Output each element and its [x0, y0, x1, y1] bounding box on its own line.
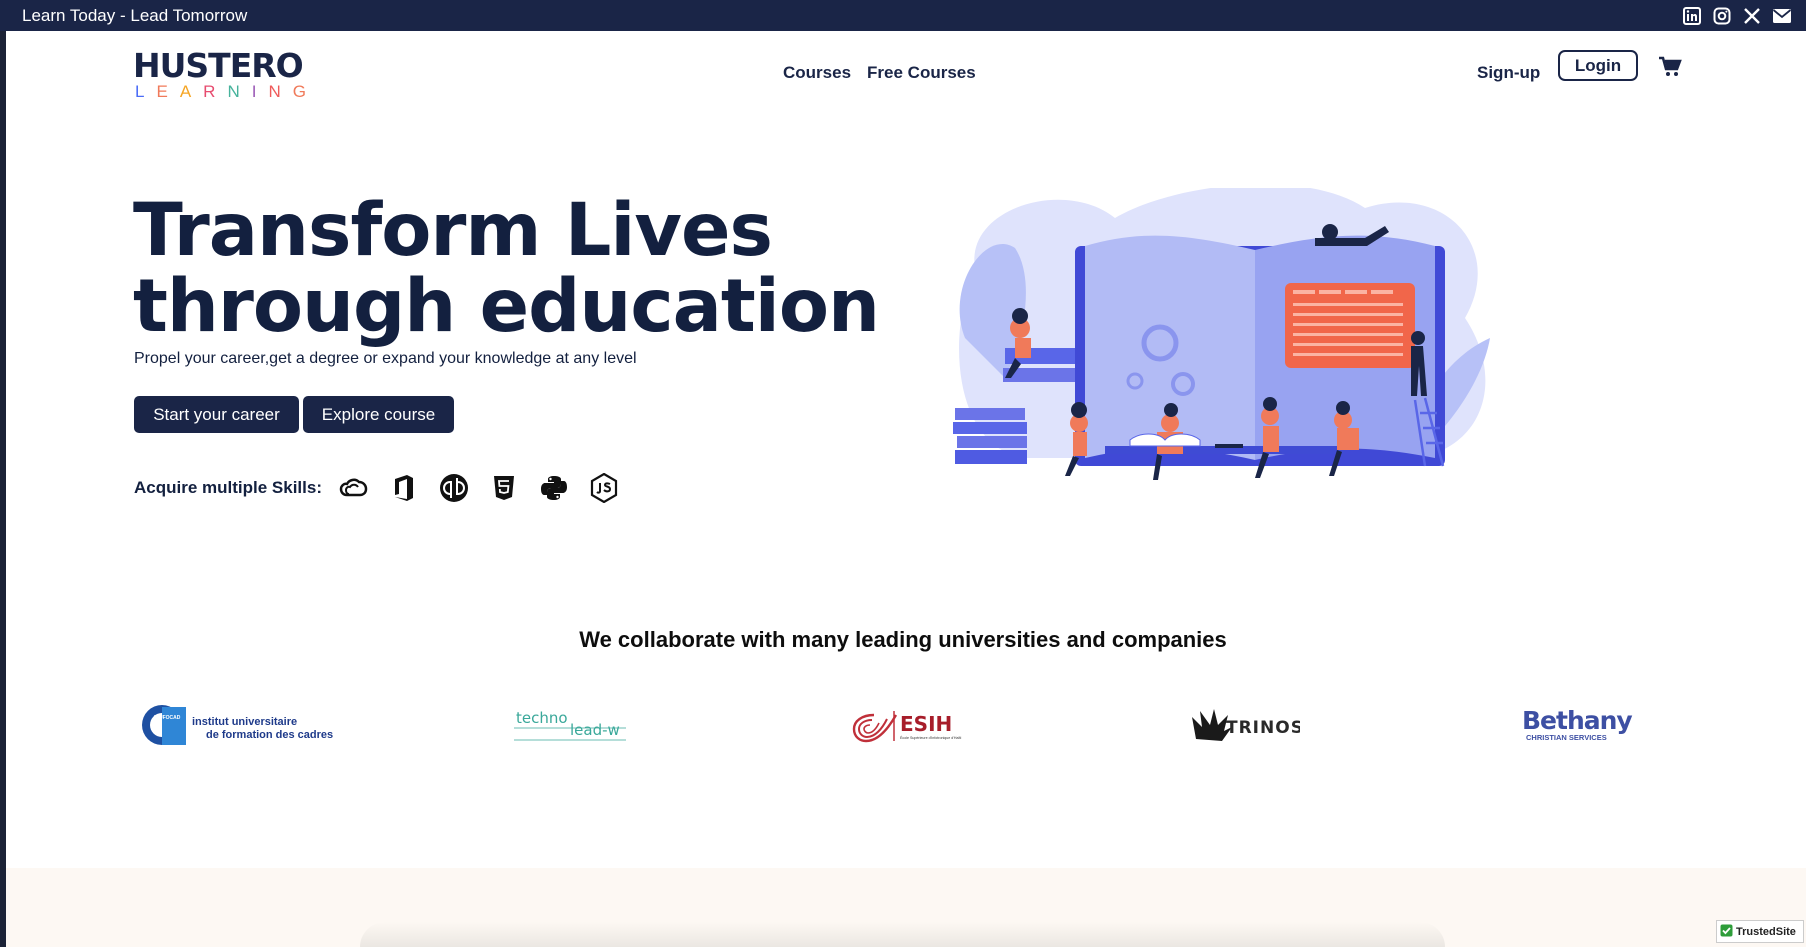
logo-letter: A — [179, 82, 192, 101]
hero-title: Transform Lives through education — [133, 193, 880, 345]
main-nav: Courses Free Courses — [783, 63, 976, 83]
partner-logo-trinos: TRINOS — [1188, 690, 1300, 760]
logo-letter: N — [227, 82, 240, 101]
signup-link[interactable]: Sign-up — [1477, 63, 1540, 83]
hero-subtitle: Propel your career,get a degree or expan… — [134, 350, 637, 367]
start-career-button[interactable]: Start your career — [134, 396, 299, 433]
creative-cloud-icon — [336, 470, 372, 506]
partner-lead-text: lead-w — [570, 721, 620, 739]
hero-title-line2: through education — [133, 264, 880, 349]
logo[interactable]: HUSTERO L E A R N I N G — [133, 49, 306, 101]
partner-iufc-badge: INUFOCAD — [154, 715, 181, 721]
trustedsite-badge[interactable]: TrustedSite — [1716, 920, 1804, 943]
login-button[interactable]: Login — [1558, 50, 1638, 81]
office-icon — [386, 470, 422, 506]
partner-esih-subtitle: École Supérieure d'Infotronique d'Haïti — [900, 735, 962, 740]
collaboration-heading: We collaborate with many leading univers… — [579, 627, 1227, 652]
partner-logos: INUFOCAD institut universitaire de forma… — [0, 690, 1806, 760]
partner-trinos-text: TRINOS — [1226, 718, 1300, 738]
partner-logo-technolead: techno lead-w — [514, 690, 629, 760]
partner-logo-iufc: INUFOCAD institut universitaire de forma… — [140, 690, 340, 760]
social-links — [1682, 6, 1792, 26]
logo-letter: E — [156, 82, 168, 101]
logo-letter: I — [251, 82, 257, 101]
mail-icon[interactable] — [1772, 6, 1792, 26]
partner-bethany-text: Bethany — [1522, 706, 1632, 735]
partner-esih-text: ESIH — [900, 712, 952, 736]
partner-logo-bethany: Bethany CHRISTIAN SERVICES — [1520, 690, 1635, 760]
partner-iufc-line2: de formation des cadres — [206, 729, 333, 741]
html5-icon — [486, 470, 522, 506]
logo-letter: L — [135, 82, 145, 101]
partner-bethany-subtitle: CHRISTIAN SERVICES — [1526, 733, 1607, 742]
hero-title-line1: Transform Lives — [133, 188, 773, 273]
linkedin-icon[interactable] — [1682, 6, 1702, 26]
partner-logo-esih: ESIH École Supérieure d'Infotronique d'H… — [850, 690, 965, 760]
instagram-icon[interactable] — [1712, 6, 1732, 26]
site-header: HUSTERO L E A R N I N G Courses Free Cou… — [6, 31, 1806, 115]
nodejs-icon — [586, 470, 622, 506]
next-section-card — [360, 922, 1445, 947]
logo-wordmark: HUSTERO — [133, 46, 304, 85]
python-icon — [536, 470, 572, 506]
nav-free-courses[interactable]: Free Courses — [867, 63, 976, 83]
skills-row: Acquire multiple Skills: — [134, 470, 622, 506]
trustedsite-label: TrustedSite — [1736, 925, 1796, 938]
tagline: Learn Today - Lead Tomorrow — [22, 5, 248, 25]
logo-letter: G — [292, 82, 306, 101]
quickbooks-icon — [436, 470, 472, 506]
explore-course-button[interactable]: Explore course — [303, 396, 454, 433]
skills-label: Acquire multiple Skills: — [134, 478, 322, 497]
window-edge — [0, 0, 6, 947]
top-bar: Learn Today - Lead Tomorrow — [0, 0, 1806, 31]
x-icon[interactable] — [1742, 6, 1762, 26]
partner-iufc-line1: institut universitaire — [192, 716, 297, 728]
logo-letter: R — [203, 82, 216, 101]
hero-illustration — [953, 188, 1490, 480]
logo-subtitle: L E A R N I N G — [135, 83, 306, 101]
logo-letter: N — [268, 82, 281, 101]
nav-courses[interactable]: Courses — [783, 63, 851, 83]
cart-icon[interactable] — [1658, 55, 1682, 79]
partner-techno-text: techno — [516, 709, 568, 727]
check-icon — [1720, 924, 1733, 940]
